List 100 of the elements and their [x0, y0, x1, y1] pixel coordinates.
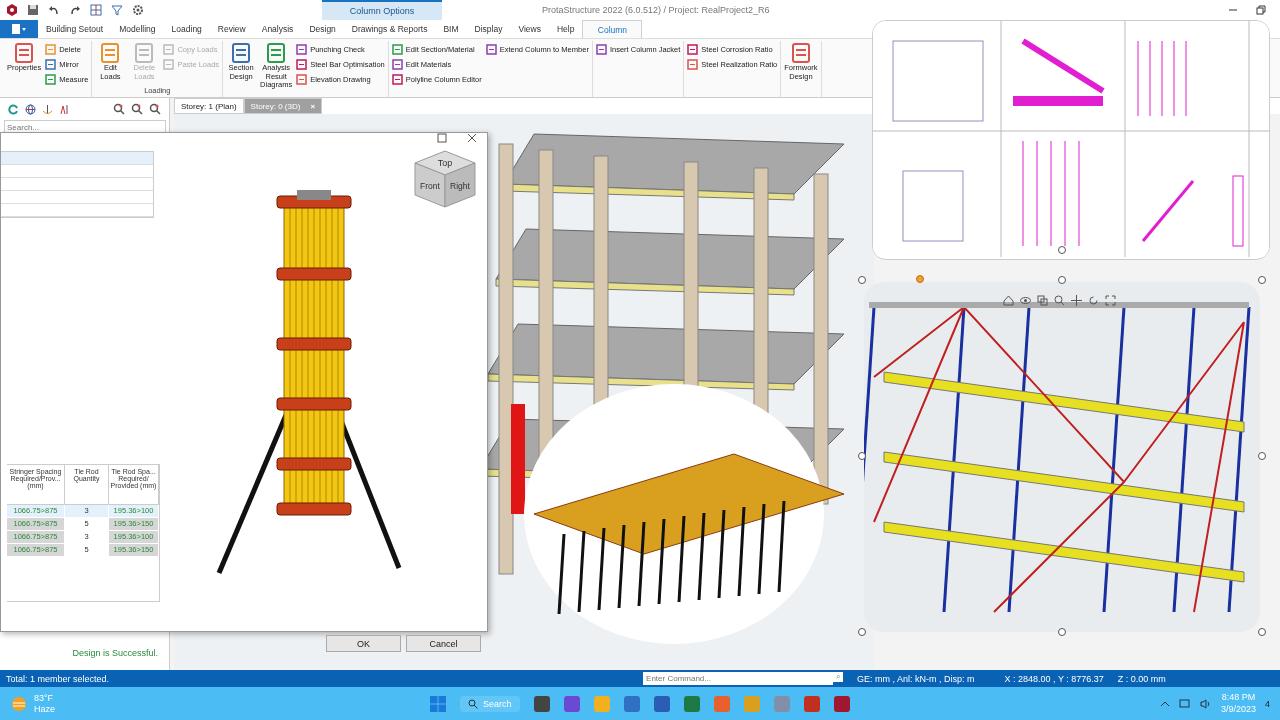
- ribbon-tab[interactable]: Display: [466, 20, 511, 38]
- speaker-icon[interactable]: [1199, 698, 1212, 709]
- resize-handle[interactable]: [1258, 276, 1266, 284]
- status-message: Design is Successful.: [71, 648, 159, 658]
- tool-icon: [391, 43, 403, 55]
- zoom-out-icon[interactable]: [149, 103, 161, 115]
- search-icon[interactable]: [833, 672, 844, 682]
- sort-icon[interactable]: [59, 103, 70, 115]
- ribbon-tab[interactable]: Help: [548, 20, 583, 38]
- network-icon[interactable]: [1178, 698, 1191, 709]
- tool-icon: [13, 42, 36, 64]
- dropdown-field[interactable]: [1, 204, 153, 217]
- app-icon[interactable]: [833, 695, 850, 712]
- tool-icon: [595, 43, 607, 55]
- tool-icon: [296, 73, 308, 85]
- grid-icon[interactable]: [90, 4, 102, 16]
- menu-icon: [12, 24, 26, 34]
- ribbon-tab[interactable]: Analysis: [253, 20, 302, 38]
- zoom-in-icon[interactable]: [113, 103, 125, 115]
- rotate-handle[interactable]: [916, 275, 924, 283]
- sun-haze-icon: [10, 694, 28, 713]
- app-icon[interactable]: [653, 695, 670, 712]
- anchor-icon[interactable]: [42, 103, 53, 115]
- refresh-icon[interactable]: [8, 103, 19, 115]
- home-icon[interactable]: [1003, 295, 1014, 306]
- tool-icon: [163, 43, 175, 55]
- tool-icon: [296, 58, 308, 70]
- tool-icon: [296, 43, 308, 55]
- resize-handle[interactable]: [858, 276, 866, 284]
- clock-time: 8:48 PM: [1221, 691, 1256, 704]
- tool-icon: [485, 43, 497, 55]
- tool-icon: [789, 42, 812, 64]
- tool-icon: [265, 42, 288, 64]
- app-icon[interactable]: [683, 695, 700, 712]
- tool-icon: [133, 42, 156, 64]
- weather-condition: Haze: [34, 703, 55, 715]
- tool-icon: [687, 43, 699, 55]
- zoom-icon[interactable]: [1054, 295, 1065, 306]
- ribbon-tab[interactable]: Views: [510, 20, 549, 38]
- ribbon-tab[interactable]: Design: [301, 20, 344, 38]
- ribbon-tab[interactable]: Drawings & Reports: [343, 20, 436, 38]
- settings-icon[interactable]: [132, 4, 144, 16]
- layers-icon[interactable]: [1037, 295, 1048, 306]
- dropdown-field[interactable]: [1, 152, 153, 165]
- units-status: GE: mm , Anl: kN-m , Disp: m: [857, 673, 975, 684]
- ribbon-tab[interactable]: Column: [582, 20, 643, 38]
- tool-icon: [687, 58, 699, 70]
- tool-icon: [230, 42, 253, 64]
- tool-icon: [45, 43, 57, 55]
- resize-handle[interactable]: [858, 452, 866, 460]
- window-title: ProtaStructure 2022 (6.0.512) / Project: RealProject2_R6: [542, 5, 770, 15]
- search-icon: [468, 698, 478, 709]
- maximize-icon[interactable]: [437, 133, 447, 143]
- tool-icon: [391, 73, 403, 85]
- app-icon[interactable]: [533, 695, 550, 712]
- selection-status: Total: 1 member selected.: [6, 673, 110, 684]
- resize-handle[interactable]: [1258, 628, 1266, 636]
- filter-icon[interactable]: [111, 4, 123, 16]
- fullscreen-icon[interactable]: [1105, 295, 1116, 306]
- tool-icon: [391, 58, 403, 70]
- dialog-button[interactable]: Cancel: [406, 635, 481, 652]
- elevation-status: Z : 0.00 mm: [1117, 673, 1166, 684]
- tool-icon: [45, 58, 57, 70]
- notification-count: 4: [1265, 698, 1270, 709]
- resize-handle[interactable]: [1258, 452, 1266, 460]
- ribbon-tab[interactable]: Review: [209, 20, 254, 38]
- eye-icon[interactable]: [1020, 295, 1031, 306]
- move-icon[interactable]: [1071, 295, 1082, 306]
- tool-icon: [99, 42, 122, 64]
- resize-handle[interactable]: [1058, 246, 1066, 254]
- view-cube[interactable]: Top Front Right: [414, 150, 476, 208]
- resize-handle[interactable]: [1058, 276, 1066, 284]
- tool-icon: [163, 58, 175, 70]
- clock-date: 3/9/2023: [1220, 703, 1256, 716]
- ribbon-tab[interactable]: Building Setout: [38, 20, 112, 38]
- globe-icon[interactable]: [25, 103, 36, 115]
- undo-icon[interactable]: [48, 4, 60, 16]
- resize-handle[interactable]: [1058, 628, 1066, 636]
- tool-icon: [45, 73, 57, 85]
- close-icon[interactable]: [467, 133, 477, 143]
- rotate-icon[interactable]: [1088, 295, 1099, 306]
- coordinates-status: X : 2848.00 , Y : 8776.37: [1004, 673, 1104, 684]
- file-menu-button[interactable]: [0, 20, 38, 38]
- ribbon-tab[interactable]: Modelling: [111, 20, 164, 38]
- context-tab-header: Column Options: [322, 0, 442, 20]
- view-tab[interactable]: Storey: 1 (Plan): [174, 98, 244, 114]
- zoom-selection-icon[interactable]: [131, 103, 143, 115]
- temperature: 83°F: [34, 692, 55, 704]
- ribbon-tab[interactable]: Loading: [163, 20, 210, 38]
- app-icon[interactable]: [563, 695, 580, 712]
- app-icon[interactable]: [803, 695, 820, 712]
- command-field[interactable]: Enter Command...: [643, 672, 834, 685]
- restore-icon[interactable]: [1256, 5, 1266, 15]
- app-logo-icon: [6, 4, 18, 16]
- redo-icon[interactable]: [69, 4, 81, 16]
- start-icon[interactable]: [430, 695, 446, 712]
- ribbon-tab[interactable]: BIM: [435, 20, 467, 38]
- resize-handle[interactable]: [858, 628, 866, 636]
- save-icon[interactable]: [27, 4, 39, 16]
- dialog-button[interactable]: OK: [326, 635, 401, 652]
